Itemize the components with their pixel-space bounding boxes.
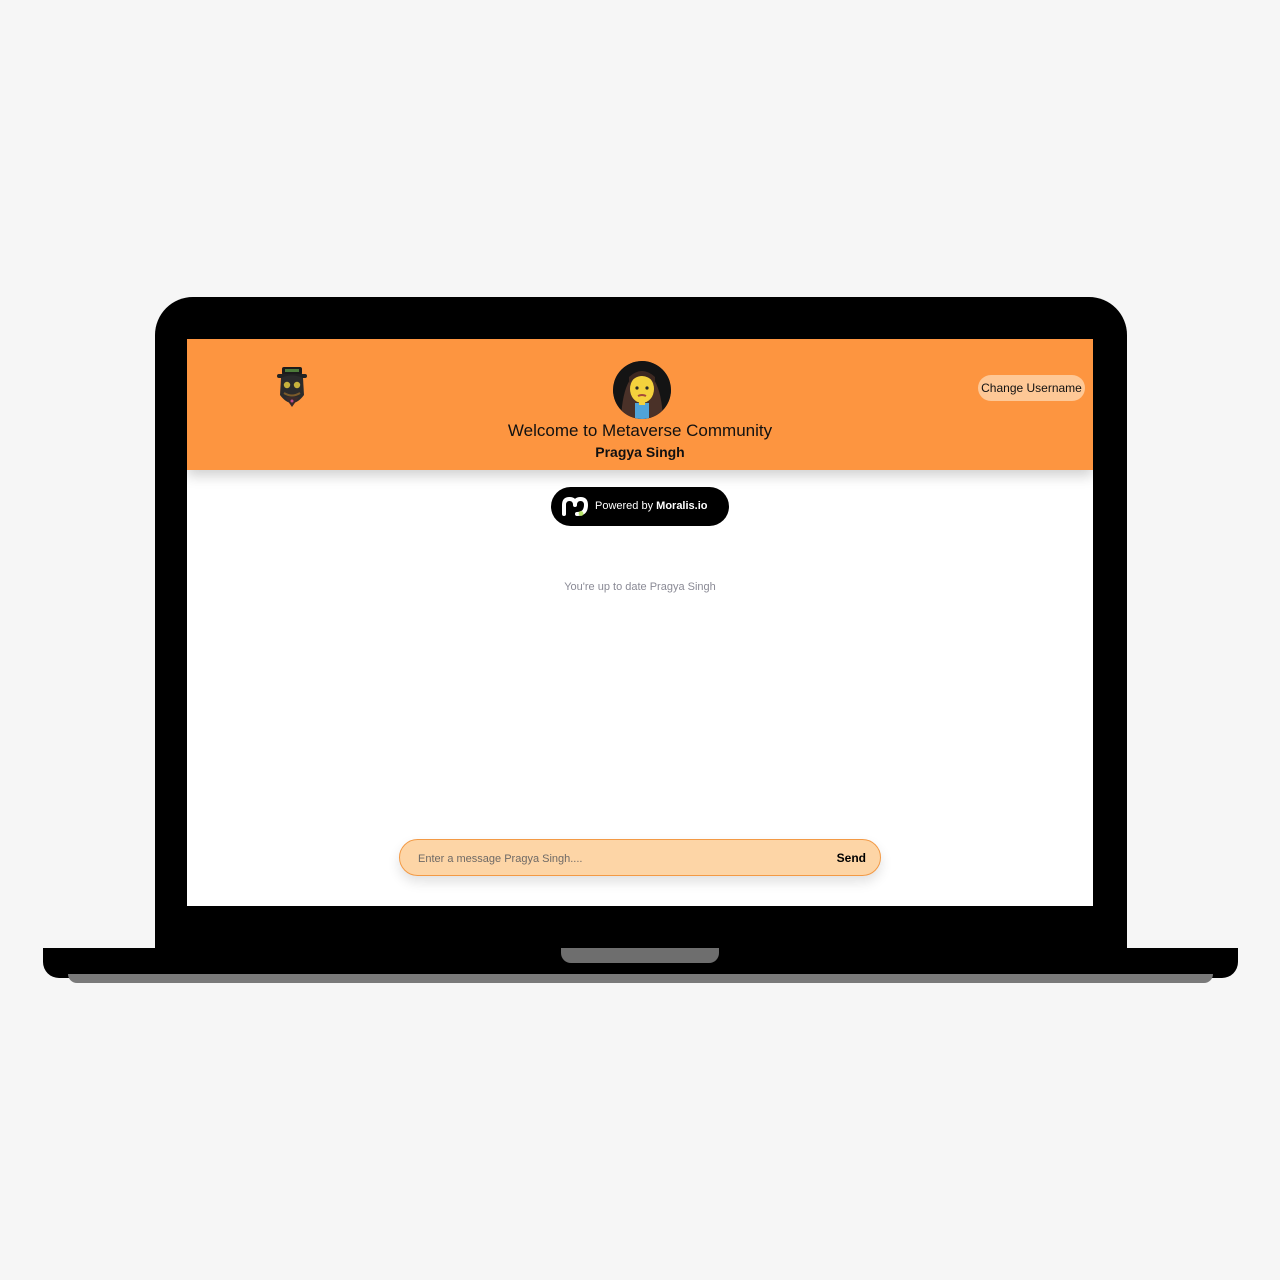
change-username-button[interactable]: Change Username (978, 375, 1085, 401)
powered-by-brand: Moralis.io (656, 500, 708, 512)
header-username: Pragya Singh (595, 444, 685, 460)
moralis-logo-icon (561, 496, 589, 518)
laptop-base-shadow (68, 974, 1213, 983)
messages-status-text: You're up to date Pragya Singh (564, 581, 716, 593)
user-avatar-icon[interactable] (613, 361, 671, 419)
hacker-mask-logo-icon (273, 365, 311, 413)
powered-by-text: Powered by Moralis.io (595, 500, 708, 512)
send-button[interactable]: Send (835, 847, 868, 869)
app-header: Welcome to Metaverse Community Pragya Si… (187, 339, 1093, 470)
powered-by-prefix: Powered by (595, 500, 654, 512)
message-input[interactable] (416, 840, 810, 877)
message-composer: Send (399, 839, 881, 877)
app-screen: Welcome to Metaverse Community Pragya Si… (187, 339, 1093, 906)
welcome-title: Welcome to Metaverse Community (507, 421, 773, 440)
laptop-notch (561, 948, 719, 963)
powered-by-moralis-badge[interactable]: Powered by Moralis.io (551, 487, 729, 526)
